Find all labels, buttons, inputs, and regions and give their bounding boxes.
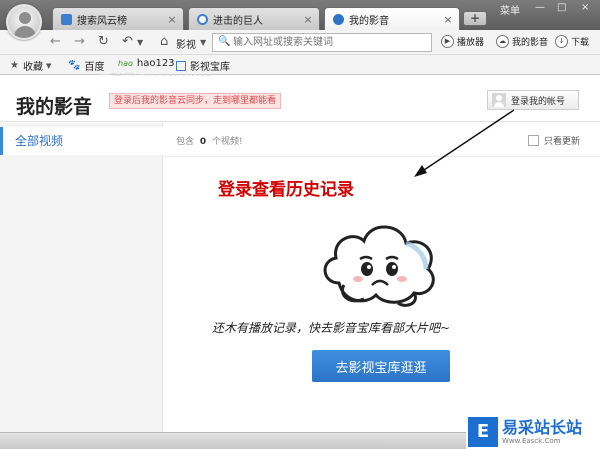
home-icon[interactable]: ⌂ xyxy=(160,34,168,49)
tab-close-icon[interactable]: × xyxy=(167,13,177,26)
navigation-bar: ← → ↻ ↶ ▼ ⌂ 影视 ▼ 🔍 ▶ 播放器 ☁ 我的影音 ↓ 下载 xyxy=(0,30,600,55)
close-window-button[interactable]: × xyxy=(581,2,589,13)
bookmark-hao123[interactable]: hao hao123 xyxy=(118,58,175,69)
player-label: 播放器 xyxy=(457,38,485,48)
refresh-icon[interactable]: ↻ xyxy=(98,34,109,49)
hao123-logo-icon: hao xyxy=(118,59,133,68)
tab-label: 我的影音 xyxy=(349,16,389,27)
back-arrow-icon[interactable]: ← xyxy=(50,34,61,49)
tab-label: 进击的巨人 xyxy=(213,15,263,27)
tab-close-icon[interactable]: × xyxy=(443,13,453,26)
count-value: 0 xyxy=(199,137,207,147)
download-label: 下载 xyxy=(571,38,590,48)
tab-favicon-icon xyxy=(333,14,344,25)
tab-attack-on-titan[interactable]: 进击的巨人 × xyxy=(188,7,320,30)
page-title: 我的影音 xyxy=(16,96,93,118)
address-bar[interactable]: 🔍 xyxy=(212,33,432,52)
sync-notice: 登录后我的影音云同步，走到哪里都能看 xyxy=(109,93,282,109)
filter-bar: 包含 0 个视频! 只看更新 xyxy=(164,123,600,157)
search-icon: 🔍 xyxy=(218,36,231,47)
maximize-button[interactable]: □ xyxy=(557,2,566,13)
player-button[interactable]: ▶ 播放器 xyxy=(441,35,484,48)
undo-dropdown-icon[interactable]: ▼ xyxy=(137,38,143,47)
site-logo-url: Www.Easck.Com xyxy=(502,436,561,445)
bookmark-label: hao123 xyxy=(136,58,175,69)
only-updated-label: 只看更新 xyxy=(544,137,581,147)
video-library-icon xyxy=(176,60,186,71)
title-bar: 搜索风云榜 × 进击的巨人 × 我的影音 × + 菜单 — □ × xyxy=(0,0,600,40)
favorites-button[interactable]: ★ 收藏 ▼ xyxy=(10,58,51,73)
tab-close-icon[interactable]: × xyxy=(303,13,313,26)
undo-icon[interactable]: ↶ xyxy=(122,34,133,49)
count-suffix: 个视频! xyxy=(212,137,243,147)
avatar-body-shape xyxy=(14,26,36,38)
menu-button[interactable]: 菜单 xyxy=(500,2,520,17)
site-logo-icon: E xyxy=(468,416,498,447)
go-to-video-library-button[interactable]: 去影视宝库逛逛 xyxy=(312,350,450,382)
minimize-button[interactable]: — xyxy=(535,2,545,13)
login-label: 登录我的帐号 xyxy=(511,96,566,107)
annotation-text: 登录查看历史记录 xyxy=(218,180,354,200)
count-prefix: 包含 xyxy=(176,137,195,147)
home-dropdown-icon[interactable]: ▼ xyxy=(200,38,206,47)
sad-cloud-icon xyxy=(323,225,435,307)
only-updated-checkbox[interactable] xyxy=(528,135,539,146)
login-button[interactable]: 登录我的帐号 xyxy=(487,90,579,110)
sidebar-item-all-videos[interactable]: 全部视频 xyxy=(0,127,163,155)
video-count: 包含 0 个视频! xyxy=(176,134,243,147)
user-icon xyxy=(492,93,506,107)
baidu-paw-icon: 🐾 xyxy=(68,60,81,71)
tab-search-rankings[interactable]: 搜索风云榜 × xyxy=(52,7,184,30)
sidebar: 全部视频 xyxy=(0,123,163,432)
play-icon: ▶ xyxy=(441,35,454,48)
home-label[interactable]: 影视 xyxy=(176,36,196,51)
avatar-head-shape xyxy=(19,12,31,24)
new-tab-button[interactable]: + xyxy=(463,11,487,26)
user-avatar[interactable] xyxy=(6,4,42,40)
tab-my-media[interactable]: 我的影音 × xyxy=(324,7,460,31)
favorites-label: 收藏 xyxy=(22,62,43,73)
forward-arrow-icon[interactable]: → xyxy=(74,34,85,49)
tab-favicon-icon xyxy=(61,13,72,25)
tab-loading-icon xyxy=(197,13,208,25)
main-content: 包含 0 个视频! 只看更新 登录查看历史记录 还木有播放记录，快去影音宝库看部… xyxy=(164,123,600,432)
star-icon: ★ xyxy=(10,60,19,71)
page-header: 我的影音 登录后我的影音云同步，走到哪里都能看 登录我的帐号 xyxy=(0,76,600,122)
my-media-label: 我的影音 xyxy=(512,38,549,48)
only-updated-toggle[interactable]: 只看更新 xyxy=(528,134,580,147)
my-media-button[interactable]: ☁ 我的影音 xyxy=(496,35,548,48)
bookmarks-bar: ★ 收藏 ▼ 🐾 百度 hao hao123 影视宝库 xyxy=(0,55,600,75)
tab-label: 搜索风云榜 xyxy=(77,15,127,27)
empty-message: 还木有播放记录，快去影音宝库看部大片吧~ xyxy=(212,321,451,335)
download-icon: ↓ xyxy=(555,35,568,48)
site-logo: E 易采站长站 Www.Easck.Com xyxy=(466,414,600,449)
cloud-icon: ☁ xyxy=(496,35,509,48)
site-logo-name: 易采站长站 xyxy=(502,417,583,437)
address-input[interactable] xyxy=(213,34,413,51)
download-button[interactable]: ↓ 下载 xyxy=(555,35,589,48)
favorites-dropdown-icon: ▼ xyxy=(45,61,52,70)
